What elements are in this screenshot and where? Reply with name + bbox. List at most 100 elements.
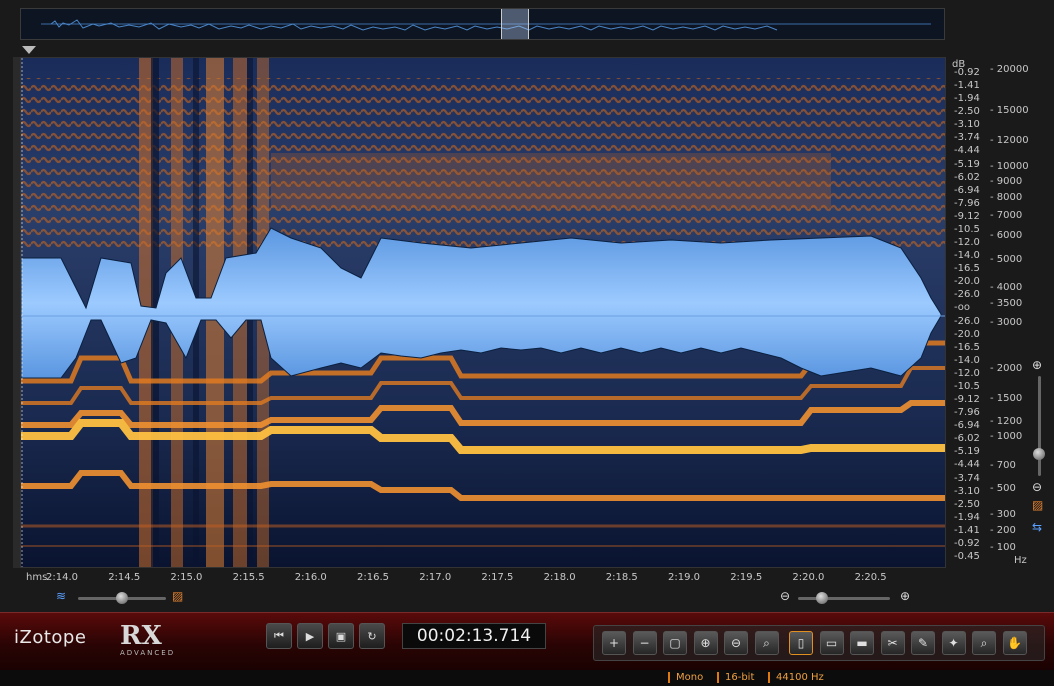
db-tick-label: -20.0	[954, 328, 980, 340]
freq-zoom-slider[interactable]	[1038, 376, 1041, 476]
overview-waveform-graphic	[41, 19, 931, 31]
time-axis: hms 2:14.0 2:14.5 2:15.0 2:15.5 2:16.0 2:16.5 2…	[20, 570, 946, 586]
tool-palette: + − ▢ ⊕ ⊖ ⌕ ▯ ▭ ▬ ✂ ✎ ✦ ⌕ ✋	[593, 625, 1045, 661]
brush-tool[interactable]: ✎	[911, 631, 935, 655]
magic-wand-tool[interactable]: ✦	[941, 631, 966, 655]
db-tick-label: -2.50	[954, 498, 980, 510]
zoom-out-button[interactable]: −	[632, 631, 657, 655]
freq-zoom-in-icon[interactable]: ⊕	[1032, 358, 1042, 372]
db-tick-label: -1.94	[954, 93, 980, 105]
hz-tick-label: - 3500	[990, 298, 1023, 309]
db-tick-label: -5.19	[954, 446, 980, 458]
time-tick-label: 2:14.5	[108, 572, 141, 583]
db-tick-label: -1.41	[954, 80, 980, 92]
zoom-time-in-button[interactable]: ⊕	[693, 631, 718, 655]
db-tick-label: -4.44	[954, 145, 980, 157]
hz-tick-label: - 300	[990, 509, 1016, 520]
skip-back-icon: ⏮	[274, 629, 284, 642]
db-tick-label: -14.0	[954, 250, 980, 262]
scale-toggle-icon[interactable]: ⇆	[1032, 520, 1042, 534]
time-tick-label: 2:17.0	[419, 572, 452, 583]
db-tick-label: -26.0	[954, 315, 980, 327]
db-tick-label: -1.41	[954, 524, 980, 536]
hz-tick-label: - 20000	[990, 64, 1029, 75]
db-tick-label: -10.5	[954, 380, 980, 392]
zoom-in-button[interactable]: +	[602, 631, 626, 655]
time-tick-label: 2:19.0	[668, 572, 700, 583]
spectrogram-settings-icon[interactable]: ▨	[1032, 498, 1043, 512]
lasso-tool[interactable]: ✂	[880, 631, 905, 655]
bit-depth: 16-bit	[717, 672, 754, 683]
frequency-zoom-control: ⊕ ⊖ ▨ ⇆	[1030, 358, 1050, 548]
transport-bar: iZotope RX ADVANCED ⏮ ▶ ▣ ↻ 00:02:13.714 + −…	[0, 612, 1054, 671]
db-tick-label: -16.5	[954, 263, 980, 275]
db-tick-label: -6.02	[954, 171, 980, 183]
overview-view-window[interactable]	[501, 9, 529, 39]
db-tick-label: -4.44	[954, 459, 980, 471]
hz-tick-label: - 15000	[990, 105, 1029, 116]
time-tick-label: 2:16.5	[357, 572, 389, 583]
db-tick-label: -16.5	[954, 341, 980, 353]
freq-selection-tool[interactable]: ▬	[850, 631, 874, 655]
time-tick-label: 2:15.0	[170, 572, 203, 583]
blend-slider-knob[interactable]	[116, 592, 128, 604]
time-zoom-out-icon[interactable]: ⊖	[780, 589, 790, 603]
db-tick-label: -oo	[954, 302, 971, 314]
time-selection-tool[interactable]: ▯	[789, 631, 813, 655]
time-zoom-in-icon[interactable]: ⊕	[900, 589, 910, 603]
db-tick-label: -20.0	[954, 276, 980, 288]
freq-zoom-out-icon[interactable]: ⊖	[1032, 480, 1042, 494]
loop-icon: ↻	[367, 629, 377, 643]
freq-zoom-knob[interactable]	[1033, 448, 1045, 460]
hz-tick-label: - 100	[990, 542, 1016, 553]
zoom-freq-button[interactable]: ⌕	[754, 631, 779, 655]
hz-tick-label: - 9000	[990, 176, 1023, 187]
time-zoom-knob[interactable]	[816, 592, 828, 604]
time-display[interactable]: 00:02:13.714	[402, 623, 546, 649]
waveform-view-icon[interactable]: ≋	[56, 589, 66, 603]
hz-tick-label: - 500	[990, 483, 1016, 494]
db-tick-label: -14.0	[954, 354, 980, 366]
db-tick-label: -6.94	[954, 184, 980, 196]
hand-tool[interactable]: ✋	[1002, 631, 1027, 655]
db-tick-label: -3.10	[954, 119, 980, 131]
rx-logo: RX	[120, 621, 162, 651]
db-tick-label: -0.92	[954, 67, 980, 78]
db-tick-label: -6.02	[954, 433, 980, 445]
view-controls: ≋ ▨ ⊖ ⊕	[20, 587, 946, 609]
hz-tick-label: - 4000	[990, 282, 1023, 293]
spectrogram-view-icon[interactable]: ▨	[172, 589, 183, 603]
db-tick-label: -3.74	[954, 472, 980, 484]
rx-edition-label: ADVANCED	[120, 649, 176, 657]
play-selection-icon: ▣	[335, 629, 347, 643]
hz-tick-label: - 8000	[990, 192, 1023, 203]
channel-mode: Mono	[668, 672, 703, 683]
time-zoom-slider[interactable]	[798, 597, 890, 600]
time-tick-label: 2:16.0	[294, 572, 327, 583]
db-tick-label: -2.50	[954, 106, 980, 118]
play-button[interactable]: ▶	[297, 623, 323, 649]
hz-tick-label: - 10000	[990, 161, 1029, 172]
play-icon: ▶	[305, 629, 315, 643]
left-scroll-edge	[13, 57, 20, 568]
db-tick-label: -0.45	[954, 551, 980, 562]
playhead-marker[interactable]	[22, 46, 36, 54]
go-to-start-button[interactable]: ⏮	[266, 623, 292, 649]
spectrogram-view[interactable]	[20, 57, 946, 568]
spectrogram-canvas	[21, 58, 945, 567]
hz-tick-label: - 2000	[990, 363, 1023, 374]
zoom-time-out-button[interactable]: ⊖	[724, 631, 748, 655]
db-tick-label: -5.19	[954, 158, 980, 170]
time-tick-label: 2:18.0	[543, 572, 576, 583]
time-unit-label: hms	[26, 572, 48, 583]
magnifier-tool[interactable]: ⌕	[972, 631, 996, 655]
izotope-logo: iZotope	[14, 627, 87, 648]
play-selection-button[interactable]: ▣	[328, 623, 354, 649]
db-tick-label: -7.96	[954, 197, 980, 209]
overview-waveform[interactable]	[20, 8, 945, 40]
zoom-selection-button[interactable]: ▢	[663, 631, 687, 655]
time-tick-label: 2:17.5	[481, 572, 514, 583]
loop-button[interactable]: ↻	[359, 623, 385, 649]
rect-selection-tool[interactable]: ▭	[819, 631, 844, 655]
db-tick-label: -12.0	[954, 367, 980, 379]
